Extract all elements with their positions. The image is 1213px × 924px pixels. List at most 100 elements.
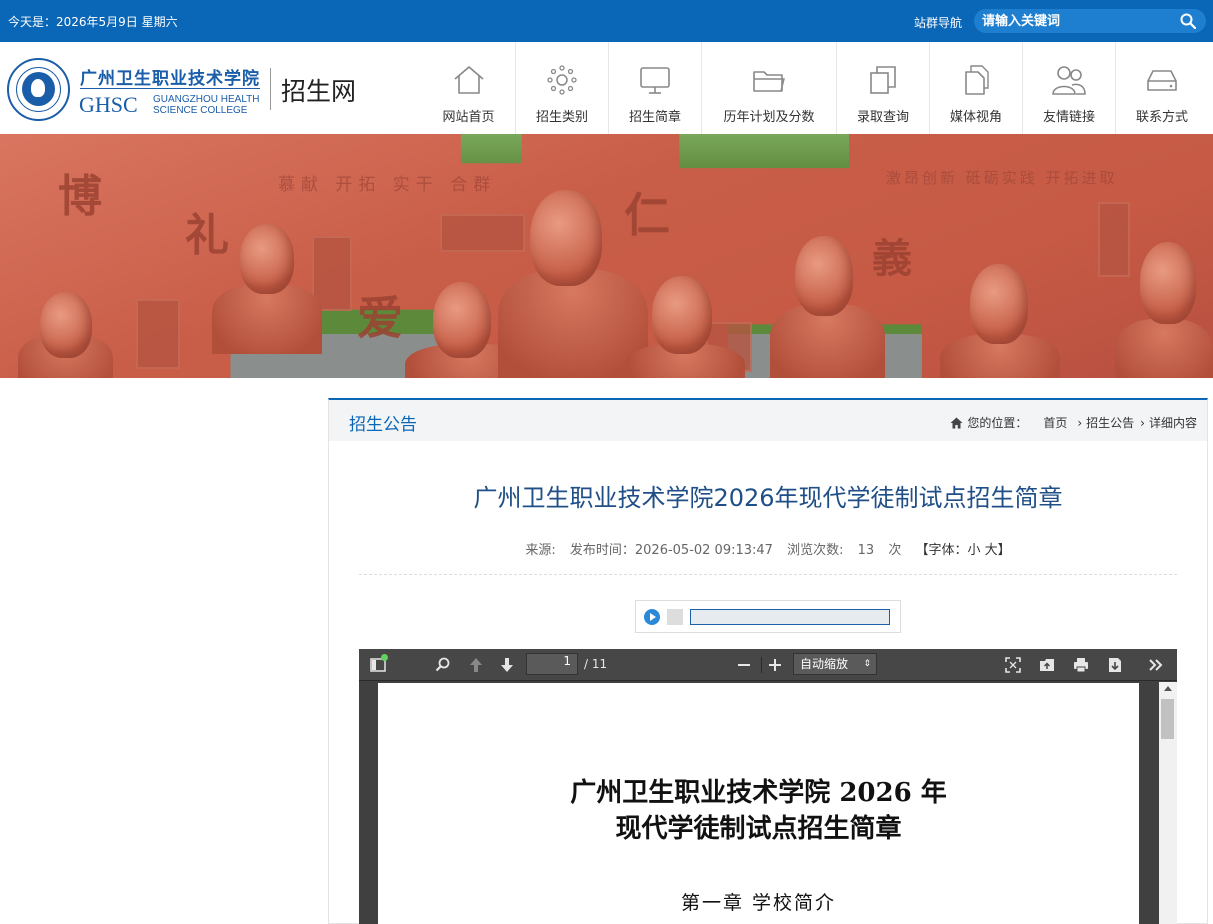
relief-figure-body [212, 284, 322, 354]
page-total: / 11 [584, 657, 608, 671]
top-bar: 今天是：2026年5月9日 星期六 站群导航 [0, 0, 1213, 42]
college-name-en-line2: SCIENCE COLLEGE [153, 105, 248, 116]
toolbar-separator [761, 657, 762, 673]
nav-item-brochure[interactable]: 招生简章 [608, 42, 701, 134]
nav-item-home[interactable]: 网站首页 [422, 42, 515, 134]
banner-plaque [440, 214, 525, 252]
pdf-scrollbar[interactable] [1159, 682, 1177, 924]
zoom-in-icon[interactable] [766, 656, 784, 674]
search-input[interactable] [982, 11, 1172, 31]
breadcrumb: 您的位置： 首页 › 招生公告 › 详细内容 [950, 414, 1197, 431]
scrollbar-thumb[interactable] [1161, 699, 1174, 739]
nav-label: 历年计划及分数 [723, 110, 815, 125]
banner-slogan-left: 慕献 开拓 实干 合群 [278, 175, 497, 195]
print-icon[interactable] [1072, 656, 1090, 674]
pdf-chapter-heading: 第一章 学校简介 [680, 892, 837, 914]
article-meta: 来源: 发布时间：2026-05-02 09:13:47 浏览次数: 13 次 … [329, 539, 1207, 558]
logo-mark-icon [22, 72, 55, 106]
more-tools-icon[interactable] [1147, 656, 1165, 674]
page-number-input[interactable]: 1 [526, 653, 578, 675]
panel-header: 招生公告 您的位置： 首页 › 招生公告 › 详细内容 [329, 400, 1207, 441]
relief-figure-face [652, 276, 712, 354]
relief-figure-face [530, 190, 602, 286]
zoom-out-icon[interactable] [735, 656, 753, 674]
download-icon[interactable] [1106, 656, 1124, 674]
logo-separator [270, 68, 271, 110]
views-unit: 次 [888, 543, 902, 558]
main-nav: 网站首页 招生类别 招生简章 历年计划及分数 录取查询 媒体视角 友情链接 联系… [422, 42, 1208, 134]
font-small-link[interactable]: 小 [967, 543, 980, 558]
breadcrumb-label: 您的位置： [967, 416, 1028, 430]
date-text: 今天是：2026年5月9日 星期六 [8, 15, 178, 29]
nav-label: 联系方式 [1135, 110, 1188, 125]
nav-label: 录取查询 [856, 110, 909, 125]
banner-glyph: 爱 [357, 291, 403, 345]
folder-icon [753, 71, 785, 92]
nav-item-contact[interactable]: 联系方式 [1115, 42, 1208, 134]
breadcrumb-current: 详细内容 [1148, 416, 1197, 430]
breadcrumb-category-link[interactable]: 招生公告 [1086, 414, 1134, 431]
previous-page-icon[interactable] [467, 656, 485, 674]
site-name: 招生网 [281, 77, 357, 106]
banner-plaque [136, 299, 180, 369]
presentation-mode-icon[interactable] [1004, 656, 1022, 674]
pdf-page: 广州卫生职业技术学院 2026 年 现代学徒制试点招生简章 第一章 学校简介 [378, 683, 1139, 924]
next-page-icon[interactable] [498, 656, 516, 674]
pdf-doc-title-line1: 广州卫生职业技术学院 2026 年 [570, 778, 947, 808]
font-size-close: 】 [997, 543, 1011, 558]
pdf-toolbar: 1 / 11 自动缩放 ⇕ [359, 649, 1177, 681]
pdf-viewer: 1 / 11 自动缩放 ⇕ 广州卫生职业技术学院 2026 年 现代学徒制试点招生… [359, 649, 1177, 924]
audio-progress-bar[interactable] [690, 609, 890, 625]
nav-item-media[interactable]: 媒体视角 [929, 42, 1022, 134]
drive-icon [1147, 70, 1177, 91]
content-panel: 招生公告 您的位置： 首页 › 招生公告 › 详细内容 广州卫生职业技术学院20… [328, 398, 1208, 924]
college-name-en-line1: GUANGZHOU HEALTH [153, 94, 260, 105]
relief-figure-face [1140, 242, 1196, 324]
relief-figure-face [40, 292, 92, 358]
banner-glyph: 仁 [624, 188, 670, 242]
college-logo-emblem[interactable] [7, 58, 70, 121]
scroll-up-arrow-icon[interactable] [1164, 686, 1172, 691]
font-size-label: 【字体： [915, 543, 968, 558]
open-file-icon[interactable] [1038, 656, 1056, 674]
relief-figure-face [795, 236, 853, 316]
banner-glyph: 博 [58, 171, 102, 222]
search-icon[interactable] [434, 656, 452, 674]
monitor-icon [640, 67, 670, 94]
relief-figure-face [240, 224, 294, 294]
play-icon[interactable] [644, 609, 660, 625]
search-icon[interactable] [1180, 13, 1196, 29]
college-name-en: GUANGZHOU HEALTH SCIENCE COLLEGE [153, 94, 260, 116]
banner-glyph: 義 [872, 235, 912, 282]
site-group-nav-link[interactable]: 站群导航 [914, 14, 962, 31]
nav-item-plans-scores[interactable]: 历年计划及分数 [701, 42, 836, 134]
search-box [974, 9, 1206, 33]
nav-label: 招生简章 [628, 110, 681, 125]
source-label: 来源: [525, 543, 556, 558]
panel-category-title: 招生公告 [349, 415, 417, 435]
relief-figure-body [1115, 319, 1213, 378]
banner-slogan-right: 激昂创新 砥砺实践 开拓进取 [886, 169, 1118, 187]
nav-item-links[interactable]: 友情链接 [1022, 42, 1115, 134]
breadcrumb-separator: › [1077, 415, 1083, 430]
banner-glyph: 礼 [185, 210, 229, 261]
pdf-doc-title-line2: 现代学徒制试点招生简章 [615, 814, 902, 844]
relief-figure-face [970, 264, 1028, 344]
users-icon [1052, 66, 1086, 95]
relief-figure-face [433, 282, 491, 358]
chevron-updown-icon: ⇕ [863, 659, 871, 669]
gear-dots-icon [547, 65, 577, 95]
breadcrumb-home-link[interactable]: 首页 [1043, 414, 1067, 431]
stop-icon[interactable] [667, 609, 683, 625]
nav-label: 媒体视角 [949, 110, 1002, 125]
nav-item-categories[interactable]: 招生类别 [515, 42, 608, 134]
college-abbr: GHSC [79, 92, 138, 117]
logo-divider [80, 88, 260, 89]
zoom-select[interactable]: 自动缩放 ⇕ [793, 653, 877, 675]
hero-banner: 慕献 开拓 实干 合群 激昂创新 砥砺实践 开拓进取 博 礼 爱 仁 義 [0, 134, 1213, 378]
nav-item-admission-query[interactable]: 录取查询 [836, 42, 929, 134]
publish-time: 2026-05-02 09:13:47 [634, 543, 773, 558]
notification-dot [381, 654, 388, 661]
article-title: 广州卫生职业技术学院2026年现代学徒制试点招生简章 [473, 484, 1063, 512]
font-large-link[interactable]: 大 [985, 543, 998, 558]
